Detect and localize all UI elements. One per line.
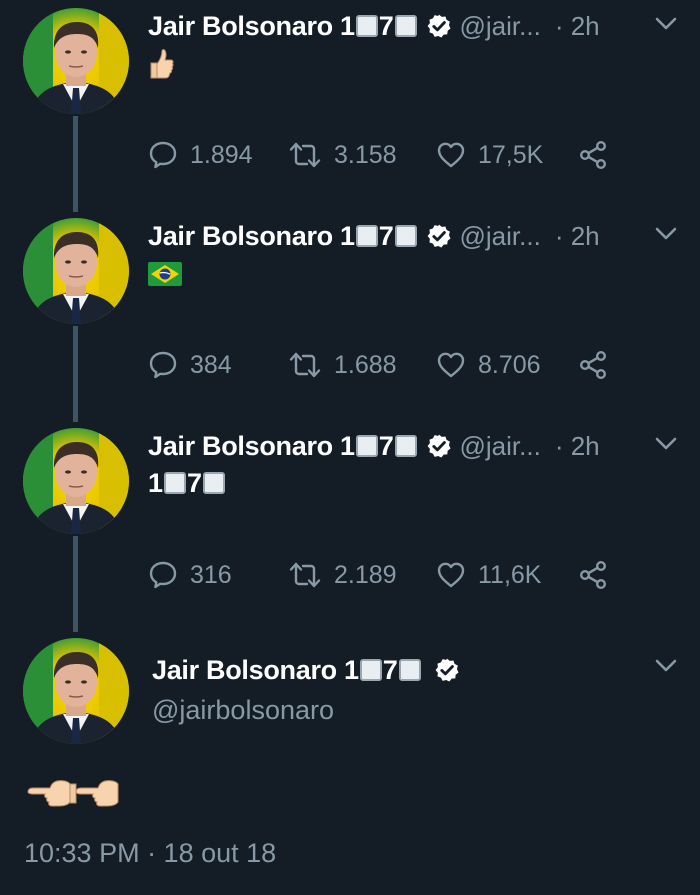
verified-badge-icon [426, 13, 452, 39]
tweet[interactable]: Jair Bolsonaro 17 @jair... · 2h 1.894 3.… [0, 0, 700, 210]
like-button[interactable]: 8.706 [436, 345, 541, 385]
heart-icon [436, 560, 466, 590]
timestamp[interactable]: · 2h [555, 221, 600, 252]
chevron-down-icon[interactable] [654, 658, 678, 674]
heart-icon [436, 140, 466, 170]
retweet-count: 1.688 [334, 350, 397, 379]
tweet-timestamp[interactable]: 10:33 PM · 18 out 18 [24, 838, 276, 869]
reply-icon [148, 140, 178, 170]
timestamp[interactable]: · 2h [555, 11, 600, 42]
retweet-button[interactable]: 2.189 [288, 555, 397, 595]
tweet-actions: 1.894 3.158 17,5K [148, 135, 618, 175]
like-count: 11,6K [478, 560, 542, 589]
tweet-header: Jair Bolsonaro 17 @jair... · 2h [148, 216, 600, 256]
tweet-content [148, 262, 182, 293]
reply-button[interactable]: 1.894 [148, 135, 253, 175]
chevron-down-icon[interactable] [654, 436, 678, 452]
avatar[interactable] [23, 428, 129, 534]
share-button[interactable] [578, 345, 620, 385]
tweet-actions: 384 1.688 8.706 [148, 345, 618, 385]
reply-count: 384 [190, 350, 232, 379]
reply-count: 1.894 [190, 140, 253, 169]
username[interactable]: @jair... [460, 221, 541, 252]
tweet-text: 17 [148, 468, 226, 499]
pointing-left-emoji [27, 780, 119, 807]
retweet-count: 3.158 [334, 140, 397, 169]
verified-badge-icon [426, 223, 452, 249]
tweet[interactable]: Jair Bolsonaro 17 @jair... · 2h 17 316 2… [0, 420, 700, 630]
avatar[interactable] [23, 8, 129, 114]
share-icon [578, 560, 608, 590]
tweet-header: Jair Bolsonaro 17 @jair... · 2h [148, 426, 600, 466]
username[interactable]: @jair... [460, 11, 541, 42]
main-tweet-author: Jair Bolsonaro 17 [152, 650, 460, 690]
brazil-flag-emoji [148, 262, 182, 286]
timestamp[interactable]: · 2h [555, 431, 600, 462]
heart-icon [436, 350, 466, 380]
display-name[interactable]: Jair Bolsonaro 17 [148, 11, 418, 42]
chevron-down-icon[interactable] [654, 226, 678, 242]
chevron-down-icon[interactable] [654, 16, 678, 32]
username[interactable]: @jair... [460, 431, 541, 462]
verified-badge-icon [426, 433, 452, 459]
retweet-button[interactable]: 3.158 [288, 135, 397, 175]
share-icon [578, 350, 608, 380]
display-name[interactable]: Jair Bolsonaro 17 [148, 431, 418, 462]
tweet-actions: 316 2.189 11,6K [148, 555, 618, 595]
display-name[interactable]: Jair Bolsonaro 17 [152, 655, 422, 686]
retweet-button[interactable]: 1.688 [288, 345, 397, 385]
like-count: 17,5K [478, 140, 544, 169]
reply-icon [148, 560, 178, 590]
retweet-icon [288, 140, 322, 170]
retweet-count: 2.189 [334, 560, 397, 589]
display-name[interactable]: Jair Bolsonaro 17 [148, 221, 418, 252]
avatar[interactable] [23, 218, 129, 324]
retweet-icon [288, 560, 322, 590]
like-count: 8.706 [478, 350, 541, 379]
avatar[interactable] [23, 638, 129, 744]
tweet-content [148, 48, 174, 87]
main-tweet-content [24, 772, 124, 817]
share-button[interactable] [578, 555, 620, 595]
reply-count: 316 [190, 560, 232, 589]
verified-badge-icon [434, 657, 460, 683]
like-button[interactable]: 11,6K [436, 555, 541, 595]
reply-button[interactable]: 384 [148, 345, 232, 385]
reply-button[interactable]: 316 [148, 555, 232, 595]
username[interactable]: @jairbolsonaro [152, 695, 334, 726]
tweet[interactable]: Jair Bolsonaro 17 @jair... · 2h 384 1.68… [0, 210, 700, 420]
share-icon [578, 140, 608, 170]
retweet-icon [288, 350, 322, 380]
thumbs-up-emoji [150, 49, 174, 79]
share-button[interactable] [578, 135, 620, 175]
tweet-header: Jair Bolsonaro 17 @jair... · 2h [148, 6, 600, 46]
reply-icon [148, 350, 178, 380]
like-button[interactable]: 17,5K [436, 135, 543, 175]
